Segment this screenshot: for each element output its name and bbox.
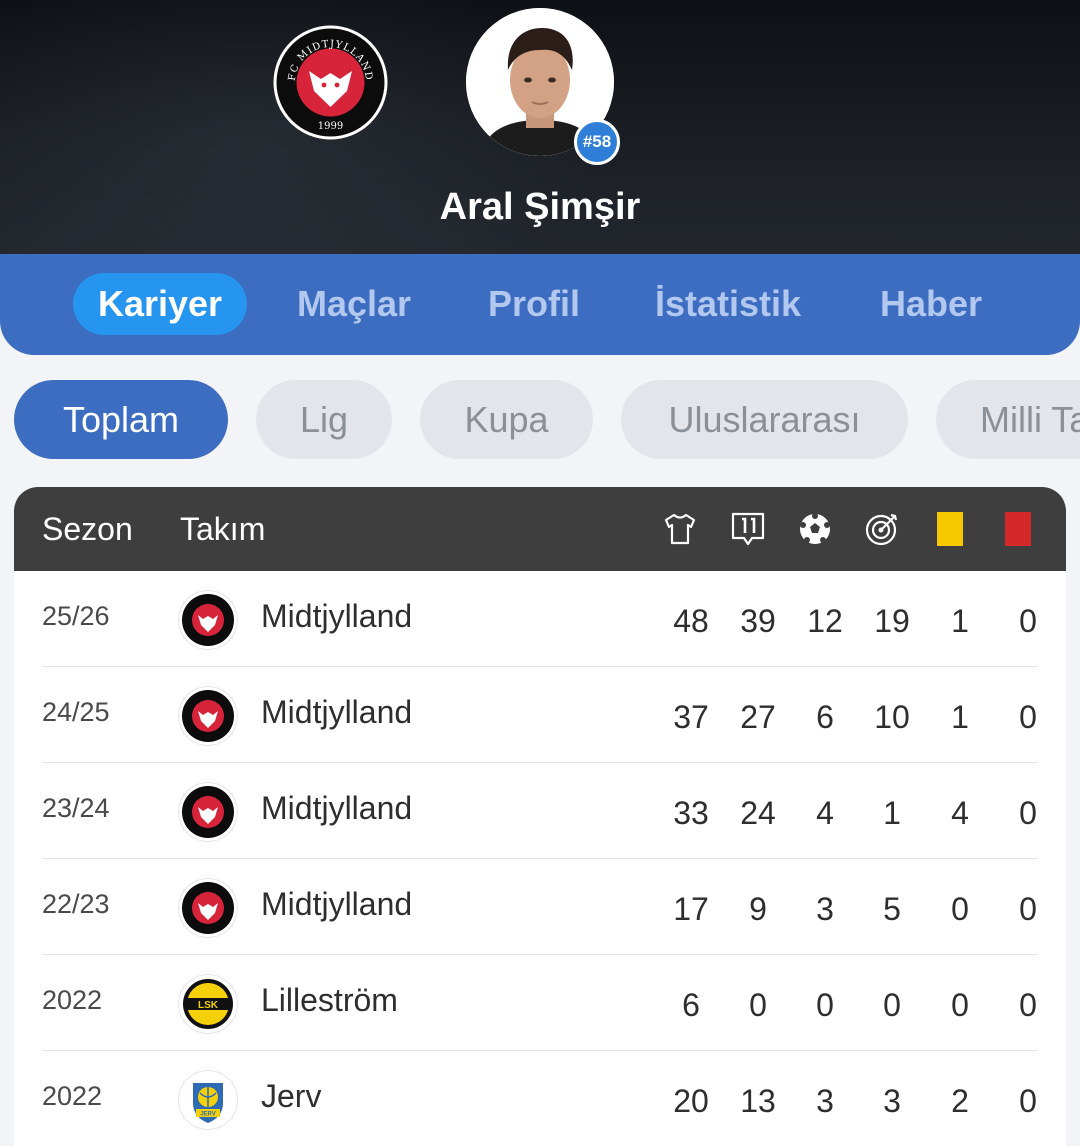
- stat-appearances: 48: [673, 603, 709, 639]
- tab-kariyer[interactable]: Kariyer: [73, 273, 247, 335]
- table-row[interactable]: 24/25 Midtjylland 37 27 6 10 1 0: [42, 667, 1038, 763]
- stat-assists: 19: [874, 603, 910, 639]
- stat-appearances: 33: [673, 795, 709, 831]
- stat-red-cards: 0: [1019, 699, 1037, 735]
- player-avatar-group: #58: [466, 8, 620, 165]
- row-team-name[interactable]: Lilleström: [261, 982, 398, 1019]
- stat-assists: 5: [883, 891, 901, 927]
- player-number-badge: #58: [574, 119, 620, 165]
- filter-milli-takim[interactable]: Milli Takım: [936, 380, 1080, 459]
- stat-assists: 0: [883, 987, 901, 1023]
- player-header: FC MIDTJYLLAND 1999 #58 Aral Şimşir: [0, 0, 1080, 262]
- table-row[interactable]: 2022 JERV Jerv 20 13 3 3 2 0: [42, 1051, 1038, 1146]
- tab-profil[interactable]: Profil: [470, 273, 598, 335]
- stat-red-cards: 0: [1019, 891, 1037, 927]
- stat-assists: 10: [874, 699, 910, 735]
- header-team: Takım: [180, 511, 266, 547]
- row-team-name[interactable]: Jerv: [261, 1078, 321, 1115]
- table-row[interactable]: 23/24 Midtjylland 33 24 4 1 4 0: [42, 763, 1038, 859]
- stat-red-cards: 0: [1019, 987, 1037, 1023]
- svg-text:LSK: LSK: [198, 1000, 219, 1011]
- football-icon: [800, 513, 830, 544]
- stat-assists: 1: [883, 795, 901, 831]
- club-logo-year: 1999: [318, 121, 343, 132]
- stat-goals: 3: [816, 891, 834, 927]
- stat-yellow-cards: 4: [951, 795, 969, 831]
- club-logo-midtjylland[interactable]: FC MIDTJYLLAND 1999: [273, 25, 388, 140]
- stat-red-cards: 0: [1019, 1083, 1037, 1119]
- shirt-icon: [664, 513, 696, 545]
- row-team-name[interactable]: Midtjylland: [261, 598, 412, 635]
- player-name: Aral Şimşir: [439, 186, 641, 228]
- svg-text:JERV: JERV: [200, 1112, 216, 1118]
- stat-goals: 0: [816, 987, 834, 1023]
- team-logo-jerv: JERV: [179, 1071, 237, 1129]
- row-team-name[interactable]: Midtjylland: [261, 694, 412, 731]
- team-logo-midtjylland: [179, 591, 237, 649]
- team-logo-midtjylland: [179, 783, 237, 841]
- target-icon: [865, 513, 898, 546]
- team-logo-midtjylland: [179, 687, 237, 745]
- stat-yellow-cards: 0: [951, 891, 969, 927]
- row-team-name[interactable]: Midtjylland: [261, 790, 412, 827]
- table-row[interactable]: 2022 LSK Lilleström 6 0 0 0 0 0: [42, 955, 1038, 1051]
- stat-yellow-cards: 0: [951, 987, 969, 1023]
- header-season: Sezon: [42, 511, 133, 547]
- row-season: 25/26: [42, 601, 110, 631]
- team-logo-lillestrom: LSK: [179, 975, 237, 1033]
- filter-uluslararasi[interactable]: Uluslararası: [621, 380, 908, 459]
- row-season: 22/23: [42, 889, 110, 919]
- row-season: 2022: [42, 1081, 103, 1111]
- stat-goals: 6: [816, 699, 834, 735]
- stat-goals: 4: [816, 795, 834, 831]
- team-logo-midtjylland: [179, 879, 237, 937]
- stat-appearances: 37: [673, 699, 709, 735]
- yellow-card-icon: [937, 512, 963, 546]
- tab-maclar[interactable]: Maçlar: [280, 273, 428, 335]
- row-season: 23/24: [42, 793, 110, 823]
- row-team-name[interactable]: Midtjylland: [261, 886, 412, 923]
- lineup-eleven-icon: [731, 512, 765, 546]
- stat-yellow-cards: 1: [951, 699, 969, 735]
- tab-bar: Kariyer Maçlar Profil İstatistik Haber: [0, 254, 1080, 355]
- stat-starts: 0: [749, 987, 767, 1023]
- stat-appearances: 17: [673, 891, 709, 927]
- tab-haber[interactable]: Haber: [860, 273, 1002, 335]
- row-season: 2022: [42, 985, 103, 1015]
- filter-kupa[interactable]: Kupa: [420, 380, 593, 459]
- stat-appearances: 20: [673, 1083, 709, 1119]
- stat-appearances: 6: [682, 987, 700, 1023]
- table-header: Sezon Takım: [14, 487, 1066, 571]
- stat-starts: 9: [749, 891, 767, 927]
- row-season: 24/25: [42, 697, 110, 727]
- table-row[interactable]: 22/23 Midtjylland 17 9 3 5 0 0: [42, 859, 1038, 955]
- red-card-icon: [1005, 512, 1031, 546]
- stat-red-cards: 0: [1019, 795, 1037, 831]
- stat-starts: 13: [740, 1083, 776, 1119]
- filter-lig[interactable]: Lig: [256, 380, 392, 459]
- stat-assists: 3: [883, 1083, 901, 1119]
- stat-starts: 27: [740, 699, 776, 735]
- tab-istatistik[interactable]: İstatistik: [640, 273, 816, 335]
- stat-starts: 39: [740, 603, 776, 639]
- stat-starts: 24: [740, 795, 776, 831]
- table-row[interactable]: 25/26 Midtjylland 48 39 12 19 1 0: [42, 571, 1038, 667]
- stat-goals: 3: [816, 1083, 834, 1119]
- career-table: Sezon Takım 25/26 Midtjylland 48 39 12 1…: [14, 487, 1066, 1146]
- stat-yellow-cards: 2: [951, 1083, 969, 1119]
- stat-goals: 12: [807, 603, 843, 639]
- filter-toplam[interactable]: Toplam: [14, 380, 228, 459]
- stat-yellow-cards: 1: [951, 603, 969, 639]
- stat-red-cards: 0: [1019, 603, 1037, 639]
